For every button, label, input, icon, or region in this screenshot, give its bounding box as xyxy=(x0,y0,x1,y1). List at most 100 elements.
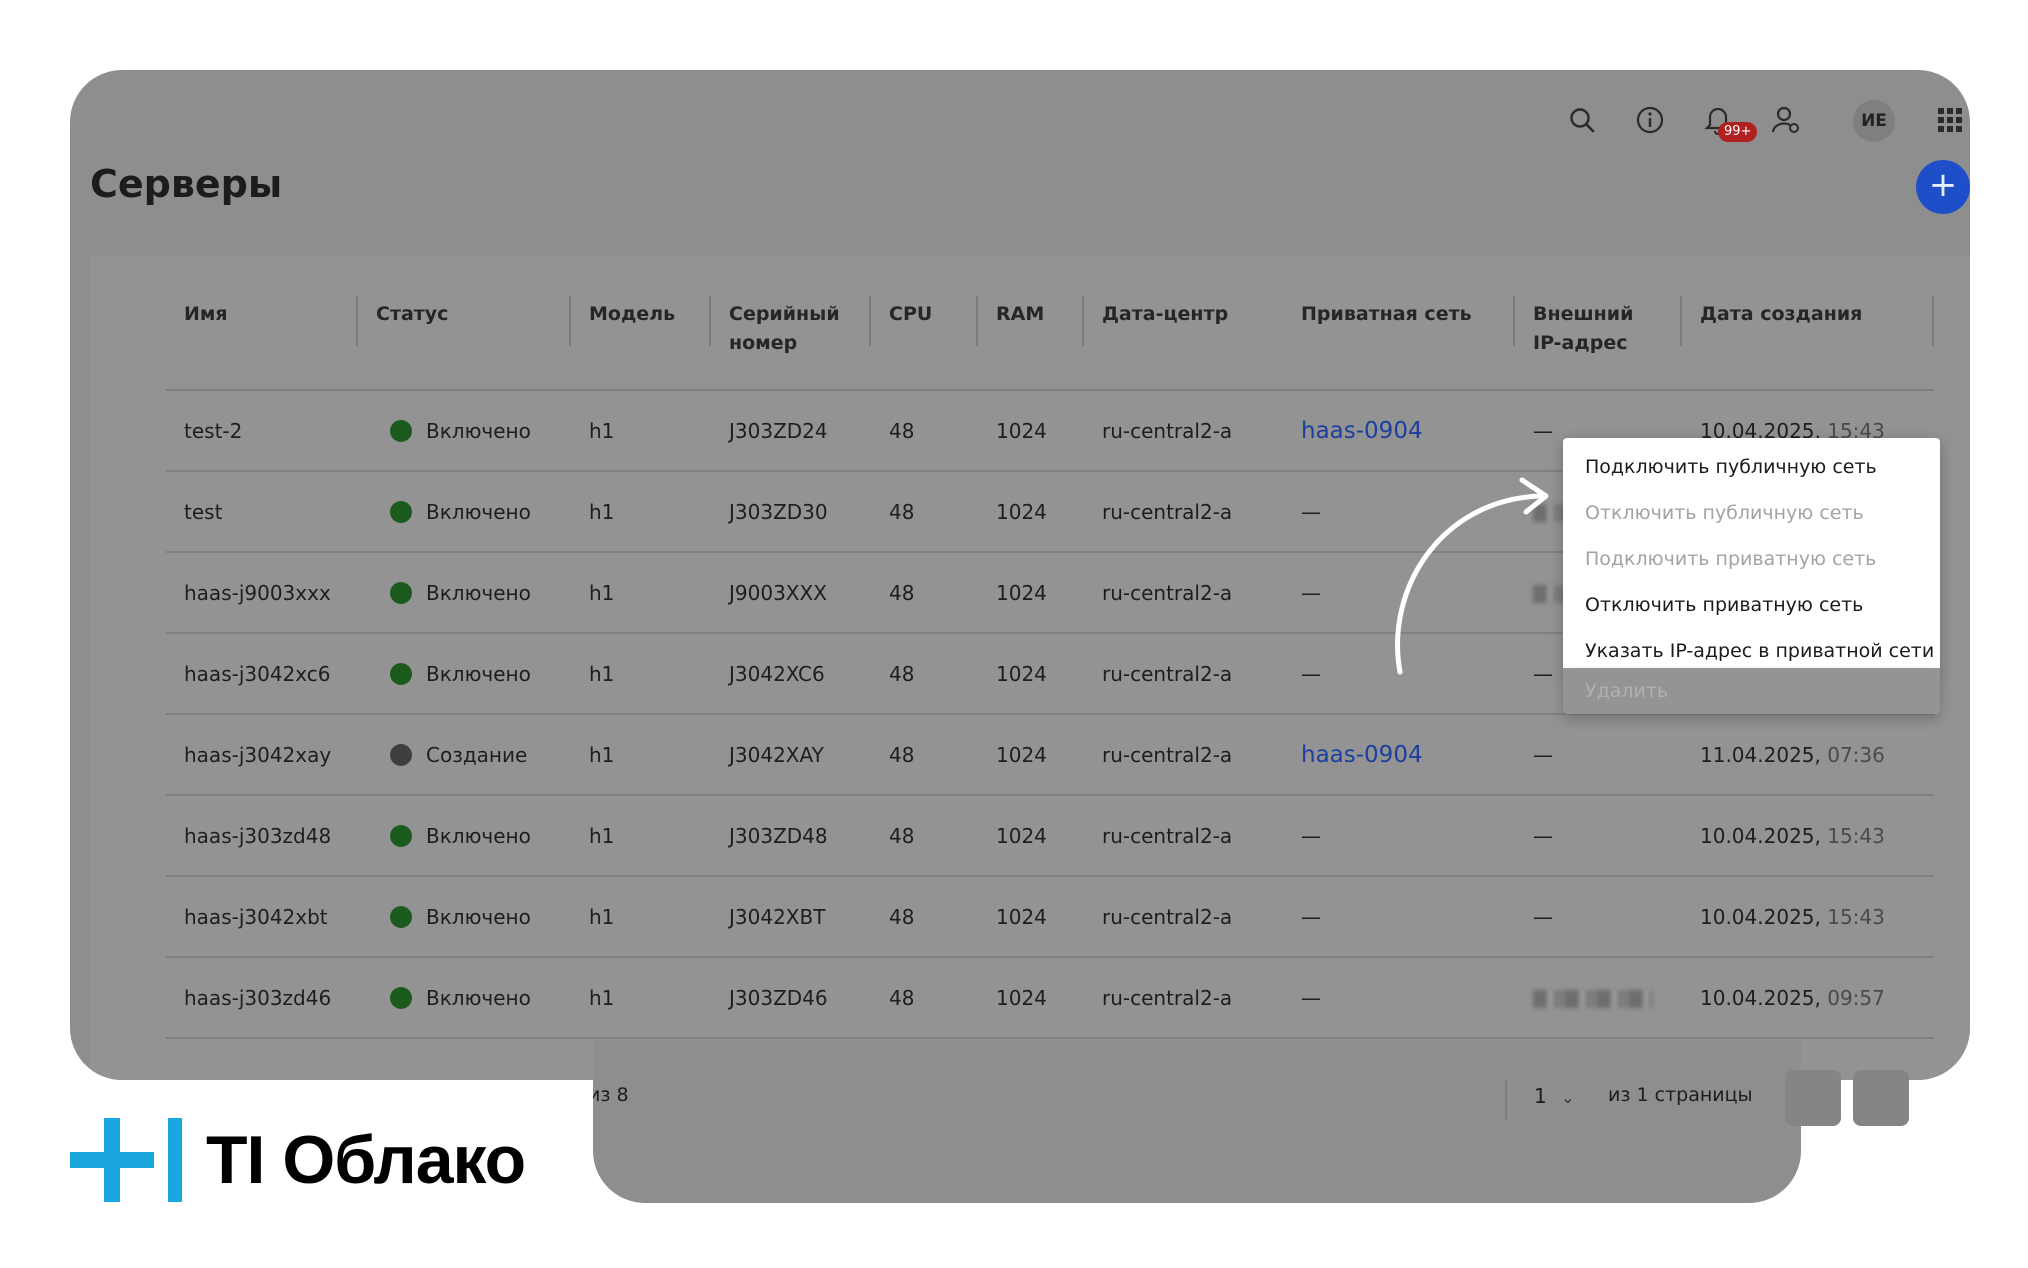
cell-ram: 1024 xyxy=(996,580,1047,605)
server-name[interactable]: haas-j303zd46 xyxy=(184,986,331,1010)
menu-item-4[interactable]: Отключить приватную сеть xyxy=(1563,582,1940,628)
external-ip-blurred xyxy=(1533,990,1653,1008)
cell-model: h1 xyxy=(589,418,615,443)
server-name[interactable]: test-2 xyxy=(184,419,242,443)
status-dot-icon xyxy=(390,581,412,604)
search-icon[interactable] xyxy=(1562,100,1602,140)
cell-created: 10.04.2025, 09:57 xyxy=(1682,957,1934,1038)
column-header-private-network[interactable]: Приватная сеть xyxy=(1283,288,1515,390)
private-network-value: — xyxy=(1301,580,1321,605)
status-text: Включено xyxy=(426,985,531,1010)
column-header-datacenter[interactable]: Дата-центр xyxy=(1084,288,1283,390)
avatar[interactable]: ИЕ xyxy=(1853,100,1895,142)
server-name[interactable]: test xyxy=(184,500,222,524)
menu-item-delete[interactable]: Удалить xyxy=(1563,668,1940,714)
cell-status: Включено xyxy=(358,876,571,957)
brand-logo-text: TI Облако xyxy=(206,1122,526,1198)
rows-count: из 8 xyxy=(588,1084,629,1106)
cell-datacenter: ru-central2-a xyxy=(1102,823,1233,848)
top-bar: 99+ ИЕ xyxy=(70,70,1970,190)
private-network-value: — xyxy=(1301,985,1321,1010)
cell-name[interactable]: haas-j303zd48 xyxy=(166,795,358,876)
cell-external-ip: — xyxy=(1515,714,1682,795)
menu-item-delete-label: Удалить xyxy=(1585,680,1669,702)
add-server-button[interactable]: + xyxy=(1916,160,1970,214)
info-icon[interactable] xyxy=(1630,100,1670,140)
cell-datacenter: ru-central2-a xyxy=(1102,742,1233,767)
cell-name[interactable]: haas-j303zd46 xyxy=(166,957,358,1038)
cell-datacenter: ru-central2-a xyxy=(1102,418,1233,443)
created-date: 10.04.2025, xyxy=(1700,904,1821,929)
cell-serial: J303ZD48 xyxy=(729,823,828,848)
cell-external-ip: — xyxy=(1515,876,1682,957)
cell-name[interactable]: test xyxy=(166,471,358,552)
cell-datacenter: ru-central2-a xyxy=(1102,904,1233,929)
cell-datacenter: ru-central2-a xyxy=(1102,985,1233,1010)
cell-status: Включено xyxy=(358,957,571,1038)
cell-status: Включено xyxy=(358,471,571,552)
cell-ram: 1024 xyxy=(996,418,1047,443)
private-network-value: — xyxy=(1301,823,1321,848)
server-name[interactable]: haas-j303zd48 xyxy=(184,824,331,848)
bell-icon[interactable]: 99+ xyxy=(1698,100,1758,142)
column-header-created[interactable]: Дата создания xyxy=(1682,288,1934,390)
cell-serial: J303ZD46 xyxy=(729,985,828,1010)
external-ip-value: — xyxy=(1533,904,1553,929)
next-page-button[interactable] xyxy=(1853,1070,1909,1126)
table-row[interactable]: haas-j3042xay Создание h1 J3042XAY 48 10… xyxy=(166,714,1934,795)
cell-name[interactable]: haas-j3042xbt xyxy=(166,876,358,957)
table-header: Имя Статус Модель Серийный номер CPU RAM… xyxy=(166,288,1934,390)
cell-name[interactable]: haas-j3042xay xyxy=(166,714,358,795)
column-header-model[interactable]: Модель xyxy=(571,288,711,390)
column-header-name[interactable]: Имя xyxy=(166,288,358,390)
table-row[interactable]: haas-j303zd48 Включено h1 J303ZD48 48 10… xyxy=(166,795,1934,876)
cell-model: h1 xyxy=(589,499,615,524)
row-context-menu: Подключить публичную сеть Отключить публи… xyxy=(1563,438,1940,674)
cell-datacenter: ru-central2-a xyxy=(1102,580,1233,605)
server-name[interactable]: haas-j3042xay xyxy=(184,743,331,767)
prev-page-button[interactable] xyxy=(1785,1070,1841,1126)
cell-status: Создание xyxy=(358,714,571,795)
cell-model: h1 xyxy=(589,823,615,848)
server-name[interactable]: haas-j3042xbt xyxy=(184,905,328,929)
cell-name[interactable]: haas-j9003xxx xyxy=(166,552,358,633)
cell-cpu: 48 xyxy=(889,499,915,524)
menu-item-2: Отключить публичную сеть xyxy=(1585,502,1864,524)
column-header-external-ip[interactable]: Внешний IP-адрес xyxy=(1515,288,1682,390)
private-network-link[interactable]: haas-0904 xyxy=(1301,742,1423,768)
private-network-link[interactable]: haas-0904 xyxy=(1301,418,1423,444)
status-text: Включено xyxy=(426,418,531,443)
column-header-ram[interactable]: RAM xyxy=(978,288,1084,390)
cell-status: Включено xyxy=(358,552,571,633)
cell-private-network: — xyxy=(1283,957,1515,1038)
user-settings-icon[interactable] xyxy=(1766,100,1806,140)
cell-name[interactable]: haas-j3042xc6 xyxy=(166,633,358,714)
status-dot-icon xyxy=(390,905,412,928)
apps-grid-icon[interactable] xyxy=(1930,100,1970,140)
pager-divider xyxy=(1505,1080,1507,1120)
created-date: 10.04.2025, xyxy=(1700,823,1821,848)
table-row[interactable]: haas-j303zd46 Включено h1 J303ZD46 48 10… xyxy=(166,957,1934,1038)
server-name[interactable]: haas-j3042xc6 xyxy=(184,662,330,686)
status-text: Включено xyxy=(426,823,531,848)
column-header-cpu[interactable]: CPU xyxy=(871,288,978,390)
cell-ram: 1024 xyxy=(996,499,1047,524)
server-name[interactable]: haas-j9003xxx xyxy=(184,581,331,605)
column-header-status[interactable]: Статус xyxy=(358,288,571,390)
cell-external-ip: — xyxy=(1515,795,1682,876)
status-text: Включено xyxy=(426,661,531,686)
status-dot-icon xyxy=(390,824,412,847)
cell-cpu: 48 xyxy=(889,418,915,443)
cell-serial: J3042XBT xyxy=(729,904,826,929)
status-dot-icon xyxy=(390,419,412,442)
cell-private-network: haas-0904 xyxy=(1283,390,1515,471)
created-date: 10.04.2025, xyxy=(1700,985,1821,1010)
menu-item-1[interactable]: Подключить публичную сеть xyxy=(1563,444,1940,490)
page-select[interactable]: 1 ⌄ xyxy=(1534,1084,1575,1108)
cell-serial: J303ZD30 xyxy=(729,499,828,524)
column-header-serial[interactable]: Серийный номер xyxy=(711,288,871,390)
cell-model: h1 xyxy=(589,580,615,605)
cell-name[interactable]: test-2 xyxy=(166,390,358,471)
chevron-down-icon: ⌄ xyxy=(1561,1088,1575,1107)
table-row[interactable]: haas-j3042xbt Включено h1 J3042XBT 48 10… xyxy=(166,876,1934,957)
